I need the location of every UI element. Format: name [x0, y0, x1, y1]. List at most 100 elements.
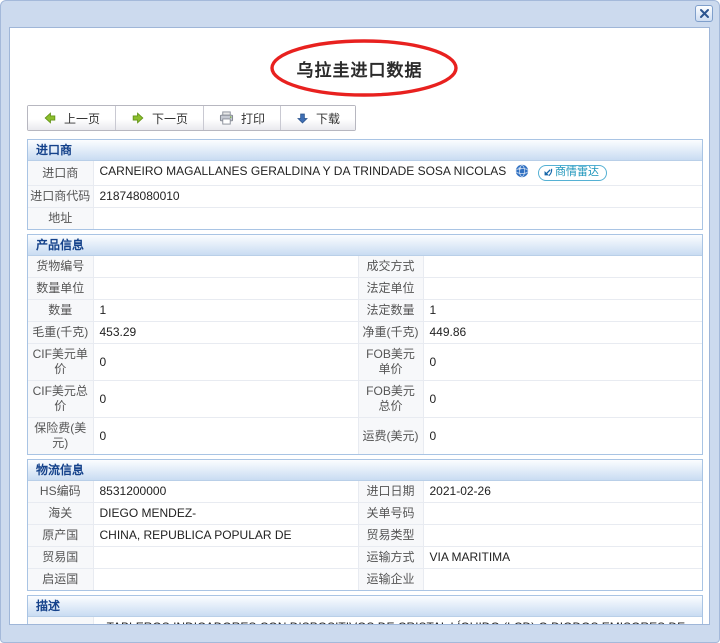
download-button[interactable]: 下载 [281, 106, 355, 130]
table-row: 进口商代码 218748080010 [28, 186, 702, 208]
field-value: 8531200000 [93, 481, 358, 503]
green-arrow-left-icon [43, 111, 57, 125]
field-label: 贸易国 [28, 547, 93, 569]
field-value: 218748080010 [93, 186, 702, 208]
field-label: 进口商 [28, 161, 93, 186]
field-label: 毛重(千克) [28, 322, 93, 344]
field-label: 成交方式 [358, 256, 423, 278]
table-row: 数量 1 法定数量 1 [28, 300, 702, 322]
field-value: CHINA, REPUBLICA POPULAR DE [93, 525, 358, 547]
table-row: 贸易国 运输方式 VIA MARITIMA [28, 547, 702, 569]
importer-section: 进口商 进口商 CARNEIRO MAGALLANES GERALDINA Y … [27, 139, 703, 230]
table-row: 货物编号 成交方式 [28, 256, 702, 278]
blue-arrow-down-icon [296, 112, 309, 125]
field-value: 0 [423, 344, 702, 381]
field-value: 0 [93, 344, 358, 381]
field-value [93, 208, 702, 230]
printer-icon [219, 111, 234, 125]
table-row: 进口商 CARNEIRO MAGALLANES GERALDINA Y DA T… [28, 161, 702, 186]
field-value: 1 [423, 300, 702, 322]
field-label: 贸易类型 [358, 525, 423, 547]
content-panel: 乌拉圭进口数据 上一页 下一页 打印 下载 进口商 [9, 27, 710, 625]
business-radar-badge[interactable]: 商情雷达 [538, 165, 607, 181]
field-label: 运输方式 [358, 547, 423, 569]
field-value [93, 569, 358, 591]
field-value: DIEGO MENDEZ- [93, 503, 358, 525]
dialog-window: 乌拉圭进口数据 上一页 下一页 打印 下载 进口商 [0, 0, 720, 643]
table-row: 数量单位 法定单位 [28, 278, 702, 300]
field-label: 原产国 [28, 525, 93, 547]
field-label: FOB美元单价 [358, 344, 423, 381]
field-label: 数量单位 [28, 278, 93, 300]
table-row: 编码描述 - TABLEROS INDICADORES CON DISPOSIT… [28, 617, 702, 625]
table-row: 启运国 运输企业 [28, 569, 702, 591]
close-button[interactable] [695, 5, 713, 22]
table-row: 地址 [28, 208, 702, 230]
field-label: 地址 [28, 208, 93, 230]
table-row: CIF美元总价 0 FOB美元总价 0 [28, 381, 702, 418]
field-value: 0 [93, 418, 358, 455]
field-label: FOB美元总价 [358, 381, 423, 418]
description-section: 描述 编码描述 - TABLEROS INDICADORES CON DISPO… [27, 595, 703, 625]
field-value: 449.86 [423, 322, 702, 344]
toolbar: 上一页 下一页 打印 下载 [27, 105, 356, 131]
field-label: 货物编号 [28, 256, 93, 278]
importer-section-header: 进口商 [28, 140, 702, 161]
radar-icon [542, 167, 553, 178]
print-button[interactable]: 打印 [204, 106, 281, 130]
product-info-section: 产品信息 货物编号 成交方式 数量单位 法定单位 数量 1 [27, 234, 703, 455]
field-label: 法定数量 [358, 300, 423, 322]
field-label: 进口商代码 [28, 186, 93, 208]
field-label: 进口日期 [358, 481, 423, 503]
field-value: 0 [93, 381, 358, 418]
description-section-header: 描述 [28, 596, 702, 617]
download-label: 下载 [316, 110, 340, 127]
green-arrow-right-icon [131, 111, 145, 125]
table-row: CIF美元单价 0 FOB美元单价 0 [28, 344, 702, 381]
field-label: 法定单位 [358, 278, 423, 300]
field-value [423, 569, 702, 591]
field-label: HS编码 [28, 481, 93, 503]
field-value: 0 [423, 381, 702, 418]
table-row: 原产国 CHINA, REPUBLICA POPULAR DE 贸易类型 [28, 525, 702, 547]
field-value: 2021-02-26 [423, 481, 702, 503]
field-value [423, 256, 702, 278]
table-row: 毛重(千克) 453.29 净重(千克) 449.86 [28, 322, 702, 344]
close-icon [699, 8, 710, 19]
field-label: CIF美元总价 [28, 381, 93, 418]
field-value: CARNEIRO MAGALLANES GERALDINA Y DA TRIND… [93, 161, 702, 186]
field-label: 海关 [28, 503, 93, 525]
globe-icon[interactable] [515, 164, 529, 182]
field-label: 关单号码 [358, 503, 423, 525]
field-value [423, 278, 702, 300]
table-row: HS编码 8531200000 进口日期 2021-02-26 [28, 481, 702, 503]
field-label: CIF美元单价 [28, 344, 93, 381]
field-value [423, 525, 702, 547]
next-page-button[interactable]: 下一页 [116, 106, 204, 130]
prev-page-label: 上一页 [64, 110, 100, 127]
field-label: 运费(美元) [358, 418, 423, 455]
table-row: 保险费(美元) 0 运费(美元) 0 [28, 418, 702, 455]
field-value [93, 278, 358, 300]
radar-badge-label: 商情雷达 [555, 165, 599, 180]
logistics-section-header: 物流信息 [28, 460, 702, 481]
page-title: 乌拉圭进口数据 [10, 28, 709, 81]
product-info-section-header: 产品信息 [28, 235, 702, 256]
field-value: 453.29 [93, 322, 358, 344]
field-label: 运输企业 [358, 569, 423, 591]
field-label: 保险费(美元) [28, 418, 93, 455]
field-value [93, 256, 358, 278]
field-value [93, 547, 358, 569]
field-value: 1 [93, 300, 358, 322]
prev-page-button[interactable]: 上一页 [28, 106, 116, 130]
importer-name: CARNEIRO MAGALLANES GERALDINA Y DA TRIND… [100, 164, 507, 178]
field-label: 净重(千克) [358, 322, 423, 344]
print-label: 打印 [241, 110, 265, 127]
field-value: - TABLEROS INDICADORES CON DISPOSITIVOS … [93, 617, 702, 625]
field-label: 数量 [28, 300, 93, 322]
field-value: VIA MARITIMA [423, 547, 702, 569]
field-label: 启运国 [28, 569, 93, 591]
field-value [423, 503, 702, 525]
logistics-section: 物流信息 HS编码 8531200000 进口日期 2021-02-26 海关 … [27, 459, 703, 591]
next-page-label: 下一页 [152, 110, 188, 127]
